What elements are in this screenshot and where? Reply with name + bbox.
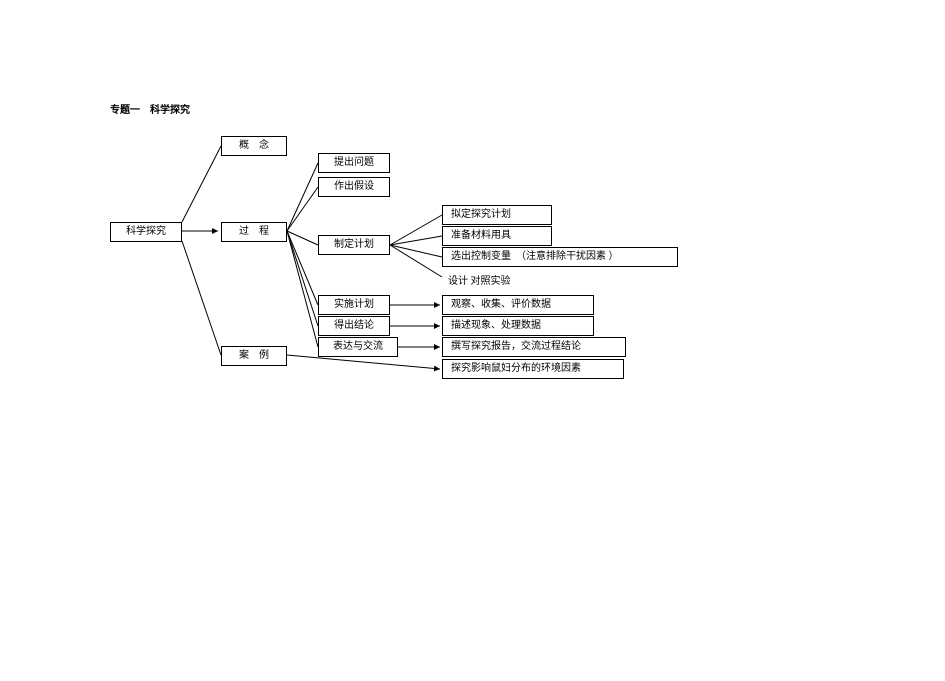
node-right-communicate: 撰写探究报告，交流过程结论: [442, 337, 626, 357]
node-step-hypothesis: 作出假设: [318, 177, 390, 197]
node-right-conclude: 描述现象、处理数据: [442, 316, 594, 336]
node-plan-materials: 准备材料用具: [442, 226, 552, 246]
node-plan-outline: 拟定探究计划: [442, 205, 552, 225]
node-step-conclude: 得出结论: [318, 316, 390, 336]
node-concept: 概 念: [221, 136, 287, 156]
node-plan-variables: 选出控制变量 （注意排除干扰因素 ）: [442, 247, 678, 267]
node-step-communicate: 表达与交流: [318, 337, 398, 357]
page-title: 专题一 科学探究: [110, 101, 190, 116]
node-root: 科学探究: [110, 222, 182, 242]
node-right-implement: 观察、收集、评价数据: [442, 295, 594, 315]
node-step-plan: 制定计划: [318, 235, 390, 255]
node-case: 案 例: [221, 346, 287, 366]
node-step-propose: 提出问题: [318, 153, 390, 173]
diagram-canvas: 专题一 科学探究 科学探究 概 念 过 程 案 例 提出问题 作出假设 制定计划…: [0, 0, 945, 681]
node-step-implement: 实施计划: [318, 295, 390, 315]
node-case-detail: 探究影响鼠妇分布的环境因素: [442, 359, 624, 379]
node-process: 过 程: [221, 222, 287, 242]
label-design-control: 设计 对照实验: [448, 272, 511, 287]
